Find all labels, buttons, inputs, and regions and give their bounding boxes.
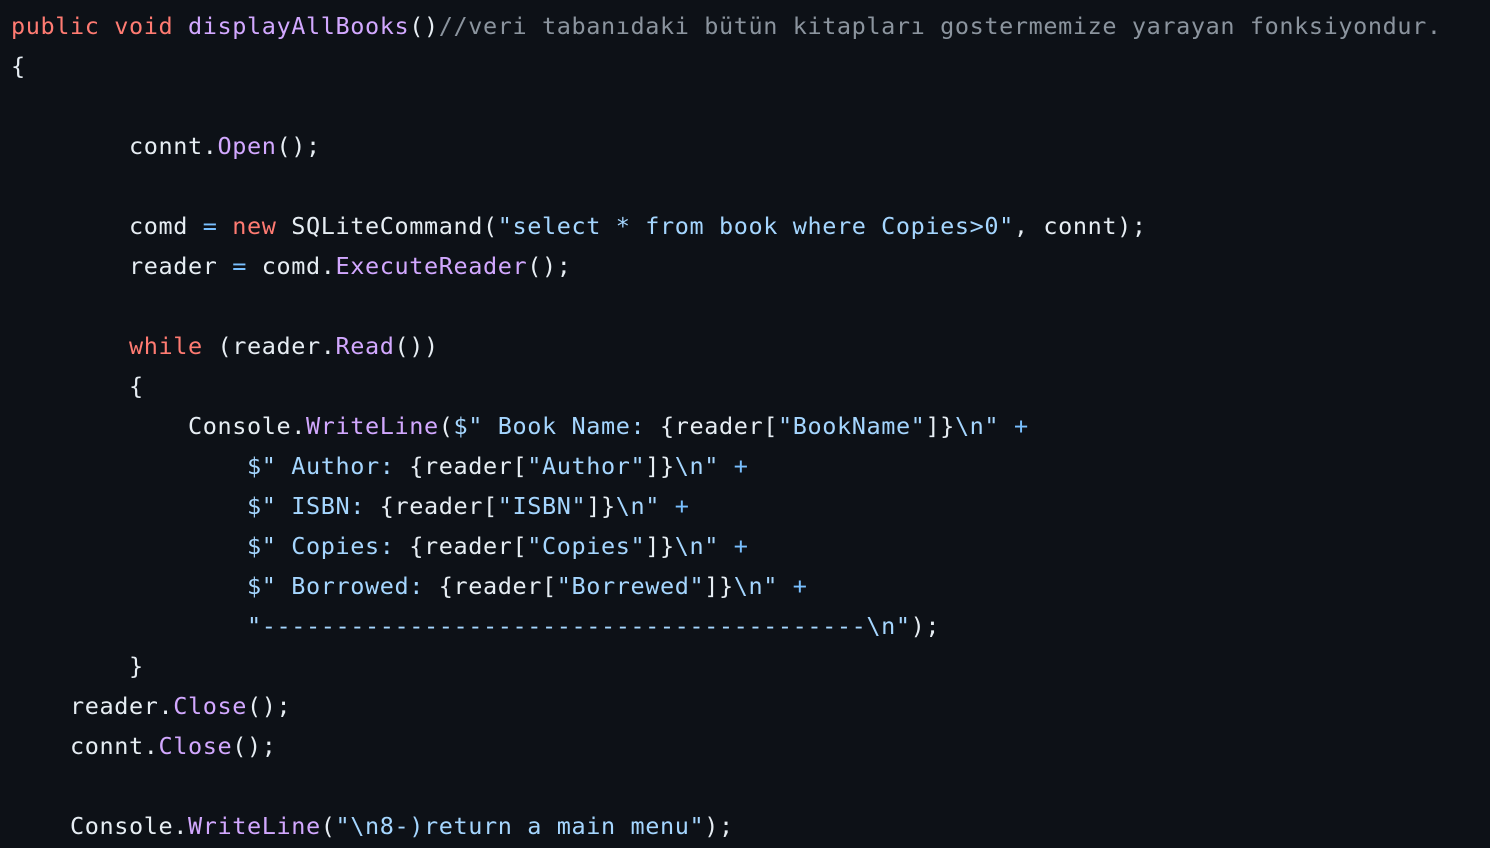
- code-line: Console.WriteLine("\n8-)return a main me…: [70, 812, 734, 840]
- code-line: while (reader.Read()): [129, 332, 439, 360]
- code-line: $" Borrowed: {reader["Borrewed"]}\n" +: [246, 572, 808, 600]
- code-line: Console.WriteLine($" Book Name: {reader[…: [187, 412, 1029, 440]
- code-line: $" ISBN: {reader["ISBN"]}\n" +: [246, 492, 690, 520]
- code-line: public void displayAllBooks()//veri taba…: [11, 12, 1442, 40]
- code-line: reader.Close();: [70, 692, 292, 720]
- code-line: "---------------------------------------…: [246, 612, 941, 640]
- code-line: comd = new SQLiteCommand("select * from …: [129, 212, 1147, 240]
- code-line: reader = comd.ExecuteReader();: [129, 252, 572, 280]
- code-line: }: [129, 652, 144, 680]
- code-line: {: [11, 52, 26, 80]
- code-line: connt.Close();: [70, 732, 277, 760]
- code-line: {: [129, 372, 144, 400]
- code-line: $" Copies: {reader["Copies"]}\n" +: [246, 532, 749, 560]
- code-line: connt.Open();: [129, 132, 321, 160]
- code-editor[interactable]: public void displayAllBooks()//veri taba…: [11, 6, 1486, 846]
- code-line: $" Author: {reader["Author"]}\n" +: [246, 452, 749, 480]
